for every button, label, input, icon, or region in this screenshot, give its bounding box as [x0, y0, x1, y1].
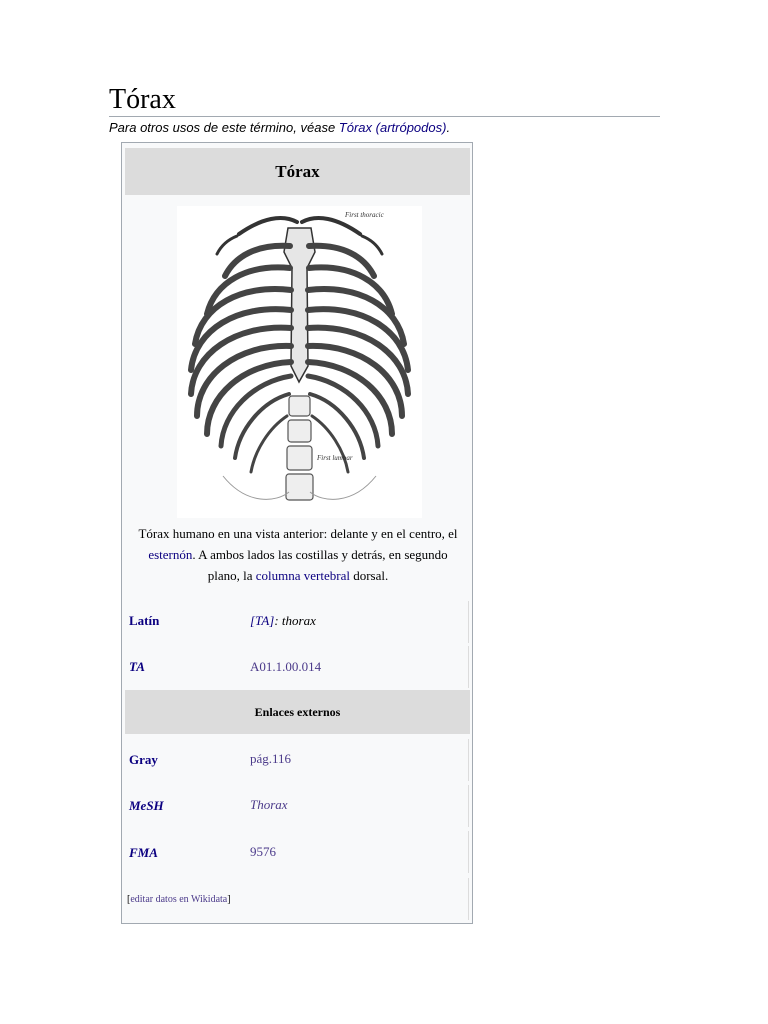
- hatnote-suffix: .: [446, 120, 451, 135]
- edit-wikidata-link[interactable]: editar datos en Wikidata: [130, 894, 227, 905]
- gray-value[interactable]: pág.116: [250, 749, 291, 769]
- caption-text: dorsal.: [349, 568, 389, 583]
- image-caption: Tórax humano en una vista anterior: dela…: [136, 523, 460, 586]
- gray-label[interactable]: Gray: [129, 750, 158, 770]
- row-divider: [468, 739, 469, 781]
- wikidata-edit: [editar datos en Wikidata]: [127, 893, 231, 907]
- ta-value[interactable]: A01.1.00.014: [250, 657, 321, 677]
- infobox-title: Tórax: [125, 148, 470, 195]
- mesh-value[interactable]: Thorax: [250, 795, 288, 815]
- caption-link-columna-vertebral[interactable]: columna vertebral: [256, 568, 350, 583]
- row-divider: [468, 601, 469, 643]
- hatnote: Para otros usos de este término, véase T…: [109, 118, 450, 138]
- hatnote-text: Para otros usos de este término, véase: [109, 120, 339, 135]
- rib-cage-drawing: First thoracic First lumbar: [188, 211, 411, 501]
- infobox: Tórax First thoracic First lumbar Tórax …: [121, 142, 473, 924]
- page-title: Tórax: [109, 84, 176, 115]
- ta-link[interactable]: [TA]: [250, 613, 274, 628]
- row-divider: [468, 785, 469, 827]
- fma-label[interactable]: FMA: [129, 843, 158, 863]
- row-divider: [468, 878, 469, 920]
- mesh-label[interactable]: MeSH: [129, 796, 164, 816]
- latin-value: [TA]: thorax: [250, 611, 316, 631]
- fma-value[interactable]: 9576: [250, 842, 276, 862]
- latin-label[interactable]: Latín: [129, 611, 159, 631]
- row-divider: [468, 646, 469, 688]
- label-first-lumbar: First lumbar: [316, 454, 353, 462]
- section-header-external-links: Enlaces externos: [125, 690, 470, 734]
- row-divider: [468, 831, 469, 873]
- label-first-thoracic: First thoracic: [344, 211, 385, 219]
- bracket: ]: [227, 894, 231, 905]
- hatnote-link-torax-artropodos[interactable]: Tórax (artrópodos): [339, 120, 447, 135]
- caption-text: Tórax humano en una vista anterior: dela…: [138, 526, 458, 541]
- caption-link-esternon[interactable]: esternón: [148, 547, 192, 562]
- title-divider: [109, 116, 660, 117]
- latin-term: : thorax: [274, 613, 316, 628]
- rib-cage-illustration[interactable]: First thoracic First lumbar: [177, 206, 422, 518]
- ta-label[interactable]: TA: [129, 657, 145, 677]
